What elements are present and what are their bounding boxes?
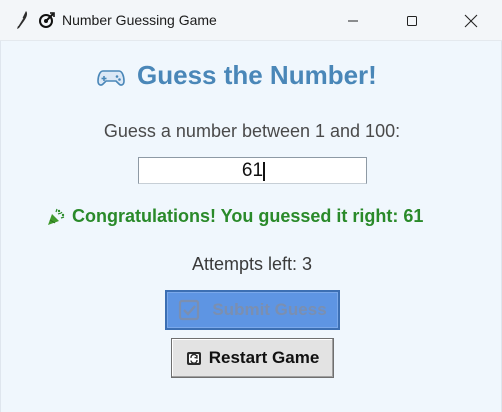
feather-icon xyxy=(17,11,28,29)
result-message: Congratulations! You guessed it right: 6… xyxy=(72,206,424,226)
guess-prompt: Guess a number between 1 and 100: xyxy=(103,121,401,141)
submit-guess-button[interactable]: Submit Guess xyxy=(165,290,340,330)
text-caret xyxy=(263,162,265,181)
restart-icon xyxy=(186,352,201,365)
guess-input[interactable] xyxy=(138,157,367,184)
attempts-left: Attempts left: 3 xyxy=(191,254,313,274)
target-arrow-icon xyxy=(39,12,55,28)
heading: Guess the Number! xyxy=(97,59,377,91)
check-box-icon xyxy=(179,299,200,321)
game-controller-icon xyxy=(97,70,125,86)
result-message-row: Congratulations! You guessed it right: 6… xyxy=(47,206,423,227)
maximize-button[interactable] xyxy=(389,0,435,41)
submit-guess-label: Submit Guess xyxy=(212,300,327,319)
restart-game-button[interactable]: Restart Game xyxy=(171,338,334,378)
title-bar: Number Guessing Game xyxy=(0,0,502,41)
minimize-button[interactable] xyxy=(330,0,376,41)
close-icon xyxy=(464,14,478,27)
window-title: Number Guessing Game xyxy=(62,12,217,28)
maximize-icon xyxy=(407,15,417,26)
close-button[interactable] xyxy=(448,0,494,41)
restart-game-label: Restart Game xyxy=(208,348,320,367)
game-panel: Guess the Number! Guess a number between… xyxy=(0,41,502,412)
page-title: Guess the Number! xyxy=(137,59,377,90)
minimize-icon xyxy=(348,20,358,21)
party-popper-icon xyxy=(48,208,65,225)
